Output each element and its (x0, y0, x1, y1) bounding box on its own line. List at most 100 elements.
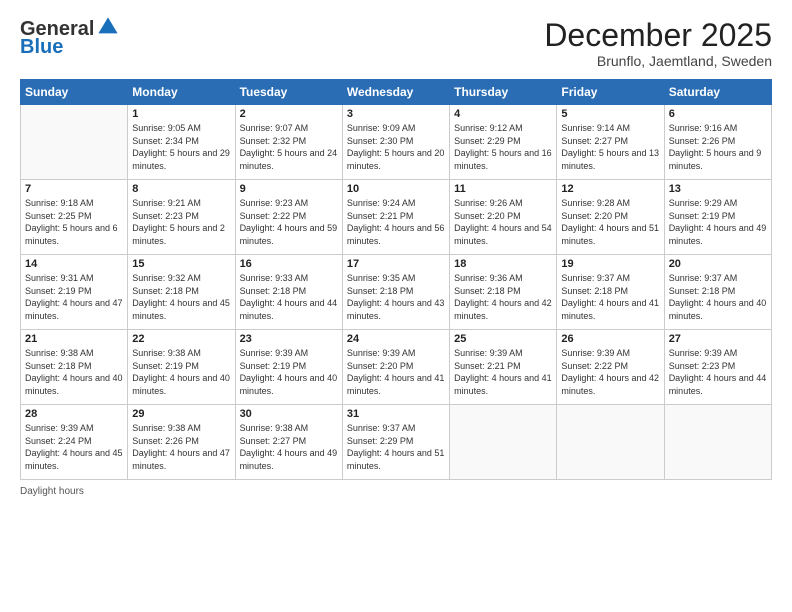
day-info: Sunrise: 9:16 AM Sunset: 2:26 PM Dayligh… (669, 122, 767, 172)
daylight-text: Daylight: 4 hours and 45 minutes. (25, 448, 123, 471)
week-row-3: 14 Sunrise: 9:31 AM Sunset: 2:19 PM Dayl… (21, 255, 772, 330)
sunrise-text: Sunrise: 9:35 AM (347, 273, 416, 283)
day-cell-4-7: 27 Sunrise: 9:39 AM Sunset: 2:23 PM Dayl… (664, 330, 771, 405)
sunrise-text: Sunrise: 9:31 AM (25, 273, 94, 283)
day-cell-5-6 (557, 405, 664, 480)
header-saturday: Saturday (664, 80, 771, 105)
day-info: Sunrise: 9:31 AM Sunset: 2:19 PM Dayligh… (25, 272, 123, 322)
sunset-text: Sunset: 2:25 PM (25, 211, 92, 221)
daylight-text: Daylight: 4 hours and 41 minutes. (347, 373, 445, 396)
day-cell-5-3: 30 Sunrise: 9:38 AM Sunset: 2:27 PM Dayl… (235, 405, 342, 480)
day-info: Sunrise: 9:12 AM Sunset: 2:29 PM Dayligh… (454, 122, 552, 172)
daylight-text: Daylight: 5 hours and 2 minutes. (132, 223, 225, 246)
daylight-text: Daylight: 5 hours and 9 minutes. (669, 148, 762, 171)
day-info: Sunrise: 9:05 AM Sunset: 2:34 PM Dayligh… (132, 122, 230, 172)
day-info: Sunrise: 9:36 AM Sunset: 2:18 PM Dayligh… (454, 272, 552, 322)
daylight-text: Daylight: 4 hours and 40 minutes. (669, 298, 767, 321)
day-info: Sunrise: 9:37 AM Sunset: 2:18 PM Dayligh… (669, 272, 767, 322)
day-number: 23 (240, 333, 338, 345)
sunrise-text: Sunrise: 9:12 AM (454, 123, 523, 133)
day-info: Sunrise: 9:14 AM Sunset: 2:27 PM Dayligh… (561, 122, 659, 172)
day-number: 25 (454, 333, 552, 345)
daylight-text: Daylight: 5 hours and 6 minutes. (25, 223, 118, 246)
daylight-text: Daylight: 4 hours and 45 minutes. (132, 298, 230, 321)
sunset-text: Sunset: 2:24 PM (25, 436, 92, 446)
day-number: 30 (240, 408, 338, 420)
daylight-text: Daylight: 4 hours and 59 minutes. (240, 223, 338, 246)
daylight-text: Daylight: 4 hours and 54 minutes. (454, 223, 552, 246)
sunset-text: Sunset: 2:21 PM (454, 361, 521, 371)
day-number: 14 (25, 258, 123, 270)
logo-triangle-icon (96, 15, 120, 39)
day-cell-2-7: 13 Sunrise: 9:29 AM Sunset: 2:19 PM Dayl… (664, 180, 771, 255)
day-cell-3-7: 20 Sunrise: 9:37 AM Sunset: 2:18 PM Dayl… (664, 255, 771, 330)
daylight-text: Daylight: 4 hours and 47 minutes. (132, 448, 230, 471)
day-number: 24 (347, 333, 445, 345)
day-info: Sunrise: 9:24 AM Sunset: 2:21 PM Dayligh… (347, 197, 445, 247)
weekday-header-row: Sunday Monday Tuesday Wednesday Thursday… (21, 80, 772, 105)
title-area: December 2025 Brunflo, Jaemtland, Sweden (544, 18, 772, 69)
sunrise-text: Sunrise: 9:14 AM (561, 123, 630, 133)
day-number: 12 (561, 183, 659, 195)
day-info: Sunrise: 9:07 AM Sunset: 2:32 PM Dayligh… (240, 122, 338, 172)
sunset-text: Sunset: 2:20 PM (454, 211, 521, 221)
daylight-text: Daylight: 4 hours and 42 minutes. (454, 298, 552, 321)
daylight-text: Daylight: 4 hours and 41 minutes. (561, 298, 659, 321)
sunrise-text: Sunrise: 9:39 AM (240, 348, 309, 358)
day-cell-1-2: 1 Sunrise: 9:05 AM Sunset: 2:34 PM Dayli… (128, 105, 235, 180)
day-info: Sunrise: 9:37 AM Sunset: 2:18 PM Dayligh… (561, 272, 659, 322)
day-number: 20 (669, 258, 767, 270)
sunset-text: Sunset: 2:18 PM (669, 286, 736, 296)
day-number: 11 (454, 183, 552, 195)
sunrise-text: Sunrise: 9:29 AM (669, 198, 738, 208)
sunrise-text: Sunrise: 9:39 AM (669, 348, 738, 358)
sunrise-text: Sunrise: 9:38 AM (240, 423, 309, 433)
sunrise-text: Sunrise: 9:38 AM (132, 348, 201, 358)
day-cell-5-4: 31 Sunrise: 9:37 AM Sunset: 2:29 PM Dayl… (342, 405, 449, 480)
day-cell-4-6: 26 Sunrise: 9:39 AM Sunset: 2:22 PM Dayl… (557, 330, 664, 405)
sunset-text: Sunset: 2:26 PM (132, 436, 199, 446)
day-number: 10 (347, 183, 445, 195)
header-friday: Friday (557, 80, 664, 105)
day-cell-1-3: 2 Sunrise: 9:07 AM Sunset: 2:32 PM Dayli… (235, 105, 342, 180)
day-info: Sunrise: 9:18 AM Sunset: 2:25 PM Dayligh… (25, 197, 123, 247)
day-info: Sunrise: 9:38 AM Sunset: 2:26 PM Dayligh… (132, 422, 230, 472)
sunset-text: Sunset: 2:34 PM (132, 136, 199, 146)
daylight-text: Daylight: 4 hours and 49 minutes. (240, 448, 338, 471)
sunset-text: Sunset: 2:20 PM (347, 361, 414, 371)
daylight-text: Daylight: 4 hours and 56 minutes. (347, 223, 445, 246)
header-monday: Monday (128, 80, 235, 105)
sunset-text: Sunset: 2:23 PM (132, 211, 199, 221)
day-number: 9 (240, 183, 338, 195)
day-number: 6 (669, 108, 767, 120)
day-info: Sunrise: 9:38 AM Sunset: 2:19 PM Dayligh… (132, 347, 230, 397)
day-info: Sunrise: 9:39 AM Sunset: 2:21 PM Dayligh… (454, 347, 552, 397)
sunset-text: Sunset: 2:20 PM (561, 211, 628, 221)
daylight-text: Daylight: 5 hours and 24 minutes. (240, 148, 338, 171)
calendar-table: Sunday Monday Tuesday Wednesday Thursday… (20, 79, 772, 480)
day-cell-3-6: 19 Sunrise: 9:37 AM Sunset: 2:18 PM Dayl… (557, 255, 664, 330)
daylight-label: Daylight hours (20, 486, 84, 497)
day-cell-2-3: 9 Sunrise: 9:23 AM Sunset: 2:22 PM Dayli… (235, 180, 342, 255)
sunset-text: Sunset: 2:27 PM (240, 436, 307, 446)
daylight-text: Daylight: 5 hours and 29 minutes. (132, 148, 230, 171)
sunrise-text: Sunrise: 9:32 AM (132, 273, 201, 283)
sunrise-text: Sunrise: 9:28 AM (561, 198, 630, 208)
day-cell-4-2: 22 Sunrise: 9:38 AM Sunset: 2:19 PM Dayl… (128, 330, 235, 405)
day-number: 7 (25, 183, 123, 195)
daylight-text: Daylight: 5 hours and 13 minutes. (561, 148, 659, 171)
sunrise-text: Sunrise: 9:37 AM (561, 273, 630, 283)
day-cell-4-5: 25 Sunrise: 9:39 AM Sunset: 2:21 PM Dayl… (450, 330, 557, 405)
day-info: Sunrise: 9:21 AM Sunset: 2:23 PM Dayligh… (132, 197, 230, 247)
day-number: 29 (132, 408, 230, 420)
sunset-text: Sunset: 2:27 PM (561, 136, 628, 146)
day-number: 26 (561, 333, 659, 345)
daylight-text: Daylight: 4 hours and 40 minutes. (240, 373, 338, 396)
daylight-text: Daylight: 5 hours and 20 minutes. (347, 148, 445, 171)
sunrise-text: Sunrise: 9:21 AM (132, 198, 201, 208)
sunrise-text: Sunrise: 9:07 AM (240, 123, 309, 133)
day-number: 13 (669, 183, 767, 195)
sunset-text: Sunset: 2:19 PM (669, 211, 736, 221)
daylight-text: Daylight: 4 hours and 40 minutes. (25, 373, 123, 396)
sunset-text: Sunset: 2:26 PM (669, 136, 736, 146)
